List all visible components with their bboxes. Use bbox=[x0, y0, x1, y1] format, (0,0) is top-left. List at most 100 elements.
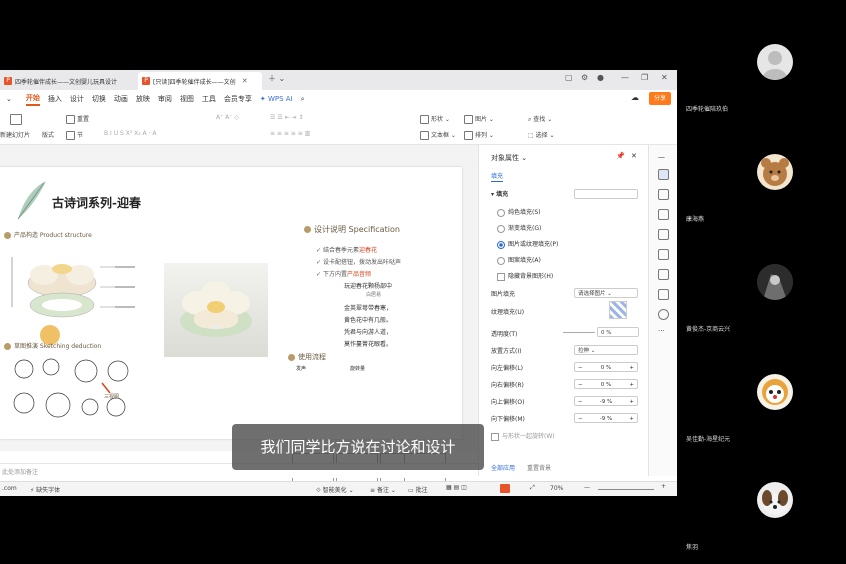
wps-ai-button[interactable]: ✦ WPS AI bbox=[260, 95, 293, 103]
section-button[interactable]: 节 bbox=[66, 130, 83, 140]
radio-gradient-fill[interactable]: 渐变填充(G) bbox=[497, 223, 541, 233]
search-panel-icon[interactable] bbox=[658, 269, 669, 280]
view-normal-icon[interactable]: ▦ ▤ ◫ bbox=[446, 484, 467, 491]
reset-background-button[interactable]: 重置背景 bbox=[527, 463, 551, 472]
minimize-icon[interactable]: — bbox=[621, 73, 629, 82]
notes-toggle-label: 备注 bbox=[376, 487, 389, 494]
cloud-icon[interactable]: ☁ bbox=[631, 93, 639, 102]
arrange-button[interactable]: 排列 ⌄ bbox=[464, 130, 494, 140]
more-icon[interactable]: ··· bbox=[658, 327, 665, 335]
panel-title: 对象属性 ⌄ bbox=[491, 154, 528, 162]
picture-button[interactable]: 图片 ⌄ bbox=[464, 114, 494, 124]
font-size-group[interactable]: A⁺ A⁻ ◇ bbox=[216, 114, 239, 121]
menu-slideshow[interactable]: 放映 bbox=[136, 94, 150, 104]
zoom-in-icon[interactable]: + bbox=[661, 483, 666, 490]
notes-toggle[interactable]: ≡ 备注 ⌄ bbox=[370, 485, 396, 494]
picture-fill-value: 请选择图片 bbox=[578, 291, 606, 297]
search-icon[interactable]: ⌕ bbox=[301, 95, 305, 104]
rotate-with-shape-checkbox[interactable]: 与形状一起旋转(W) bbox=[491, 431, 555, 441]
radio-picture-fill[interactable]: 图片或纹理填充(P) bbox=[497, 239, 558, 249]
texture-swatch[interactable] bbox=[609, 301, 627, 319]
pin-icon[interactable]: 📌 bbox=[616, 152, 625, 160]
beautify-button[interactable]: ⟐ 智能美化 ⌄ bbox=[316, 485, 354, 495]
menu-chevron-icon[interactable]: ⌄ bbox=[6, 95, 12, 103]
new-slide-button[interactable]: 新建幻灯片 bbox=[0, 130, 30, 139]
offset-right-label: 向右偏移(R) bbox=[491, 382, 524, 389]
find-button[interactable]: ⌕ 查找 ⌄ bbox=[528, 114, 552, 124]
image-icon[interactable] bbox=[658, 229, 669, 240]
restore-icon[interactable]: ❐ bbox=[641, 73, 648, 82]
avatar-small-icon[interactable]: ● bbox=[597, 73, 604, 82]
offset-left-stepper[interactable]: −0 % + bbox=[574, 362, 638, 372]
shape-icon[interactable] bbox=[658, 289, 669, 300]
menu-tools[interactable]: 工具 bbox=[202, 94, 216, 104]
menu-view[interactable]: 视图 bbox=[180, 94, 194, 104]
offset-up-value: -9 % bbox=[599, 399, 613, 405]
share-button[interactable]: 分享 bbox=[648, 92, 671, 105]
fit-icon[interactable]: ⤢ bbox=[530, 484, 535, 492]
shape-button[interactable]: 形状 ⌄ bbox=[420, 114, 450, 124]
doc-tab-2[interactable]: P [只读]四季轮催伴成长——文创 ✕ bbox=[138, 72, 262, 90]
close-panel-icon[interactable]: ✕ bbox=[631, 152, 637, 160]
connect-icon[interactable] bbox=[658, 249, 669, 260]
copy-icon[interactable] bbox=[658, 209, 669, 220]
apply-all-button[interactable]: 全部应用 bbox=[491, 463, 515, 472]
window-layout-icon[interactable]: ▢ bbox=[565, 73, 573, 82]
star-icon[interactable] bbox=[658, 189, 669, 200]
play-icon[interactable] bbox=[500, 484, 510, 493]
menu-insert[interactable]: 插入 bbox=[48, 94, 62, 104]
sketch-illustrations bbox=[13, 358, 129, 418]
menu-transition[interactable]: 切换 bbox=[92, 94, 106, 104]
offset-left-label: 向左偏移(L) bbox=[491, 365, 524, 372]
reset-button[interactable]: 重置 bbox=[66, 114, 89, 124]
list-group[interactable]: ☰ ☰ ⇤ ⇥ ↕ bbox=[270, 114, 303, 121]
participant-name: 四季轮催陪玖伯 bbox=[686, 106, 729, 113]
collapse-icon[interactable]: — bbox=[658, 153, 665, 161]
offset-right-stepper[interactable]: −0 % + bbox=[574, 379, 638, 389]
menu-member[interactable]: 会员专享 bbox=[224, 94, 252, 104]
radio-icon bbox=[497, 256, 505, 265]
comments-toggle[interactable]: ▭ 批注 bbox=[408, 485, 428, 494]
select-button[interactable]: ⬚ 选择 ⌄ bbox=[528, 130, 555, 139]
product-structure-illustration bbox=[11, 257, 135, 345]
properties-icon[interactable] bbox=[658, 169, 669, 180]
picture-fill-select[interactable]: 请选择图片 ⌄ bbox=[574, 288, 638, 298]
zoom-slider[interactable] bbox=[598, 489, 654, 490]
missing-font-button[interactable]: ⚡ 缺失字体 bbox=[30, 485, 60, 494]
placement-value: 拉伸 bbox=[578, 348, 590, 354]
spec-bullet-1: ✓ 结合春季元素迎春花 bbox=[316, 247, 377, 254]
radio-selected-icon bbox=[497, 240, 505, 249]
help-icon[interactable] bbox=[658, 309, 669, 320]
doc-tab-1[interactable]: P 四季轮催伴成长——文创婴儿玩具设计 bbox=[0, 72, 134, 90]
menu-design[interactable]: 设计 bbox=[70, 94, 84, 104]
new-tab-icon[interactable]: ＋ ⌄ bbox=[268, 73, 285, 84]
tab-fill[interactable]: 填充 bbox=[491, 171, 504, 182]
align-group[interactable]: ≡ ≡ ≡ ≡ ≡ ▥ bbox=[270, 130, 310, 137]
transparency-input[interactable]: 0 % bbox=[597, 327, 639, 337]
radio-solid-fill[interactable]: 纯色填充(S) bbox=[497, 207, 541, 217]
offset-down-stepper[interactable]: − -9 % + bbox=[574, 413, 638, 423]
radio-icon bbox=[497, 208, 505, 217]
menu-home[interactable]: 开始 bbox=[25, 93, 40, 106]
layout-button[interactable]: 版式 bbox=[42, 130, 54, 139]
close-window-icon[interactable]: ✕ bbox=[661, 73, 668, 82]
radio-label: 图片或纹理填充(P) bbox=[508, 241, 559, 248]
slide[interactable]: 古诗词系列-迎春 产品构造 Product structure 草图推演 Ske… bbox=[0, 167, 462, 439]
poem-line: 凭君与向游人道， bbox=[344, 329, 393, 336]
fill-dropdown[interactable] bbox=[574, 189, 638, 199]
bold-italic-group[interactable]: B I U S X² X₂ A · A bbox=[104, 130, 157, 137]
radio-pattern-fill[interactable]: 图案填充(A) bbox=[497, 255, 541, 265]
textbox-button[interactable]: 文本框 ⌄ bbox=[420, 130, 456, 140]
menu-animation[interactable]: 动画 bbox=[114, 94, 128, 104]
settings-icon[interactable]: ⚙ bbox=[581, 73, 588, 82]
placement-select[interactable]: 拉伸 ⌄ bbox=[574, 345, 638, 355]
new-slide-icon[interactable] bbox=[10, 114, 24, 125]
zoom-out-icon[interactable]: — bbox=[584, 484, 590, 491]
offset-up-stepper[interactable]: − -9 % + bbox=[574, 396, 638, 406]
checkbox-label: 与形状一起旋转(W) bbox=[502, 433, 555, 440]
close-tab-icon[interactable]: ✕ bbox=[242, 77, 248, 85]
hide-background-checkbox[interactable]: 隐藏背景图形(H) bbox=[497, 271, 553, 281]
zoom-level[interactable]: 70% bbox=[550, 485, 563, 492]
menu-review[interactable]: 审阅 bbox=[158, 94, 172, 104]
transparency-slider[interactable] bbox=[563, 332, 595, 333]
